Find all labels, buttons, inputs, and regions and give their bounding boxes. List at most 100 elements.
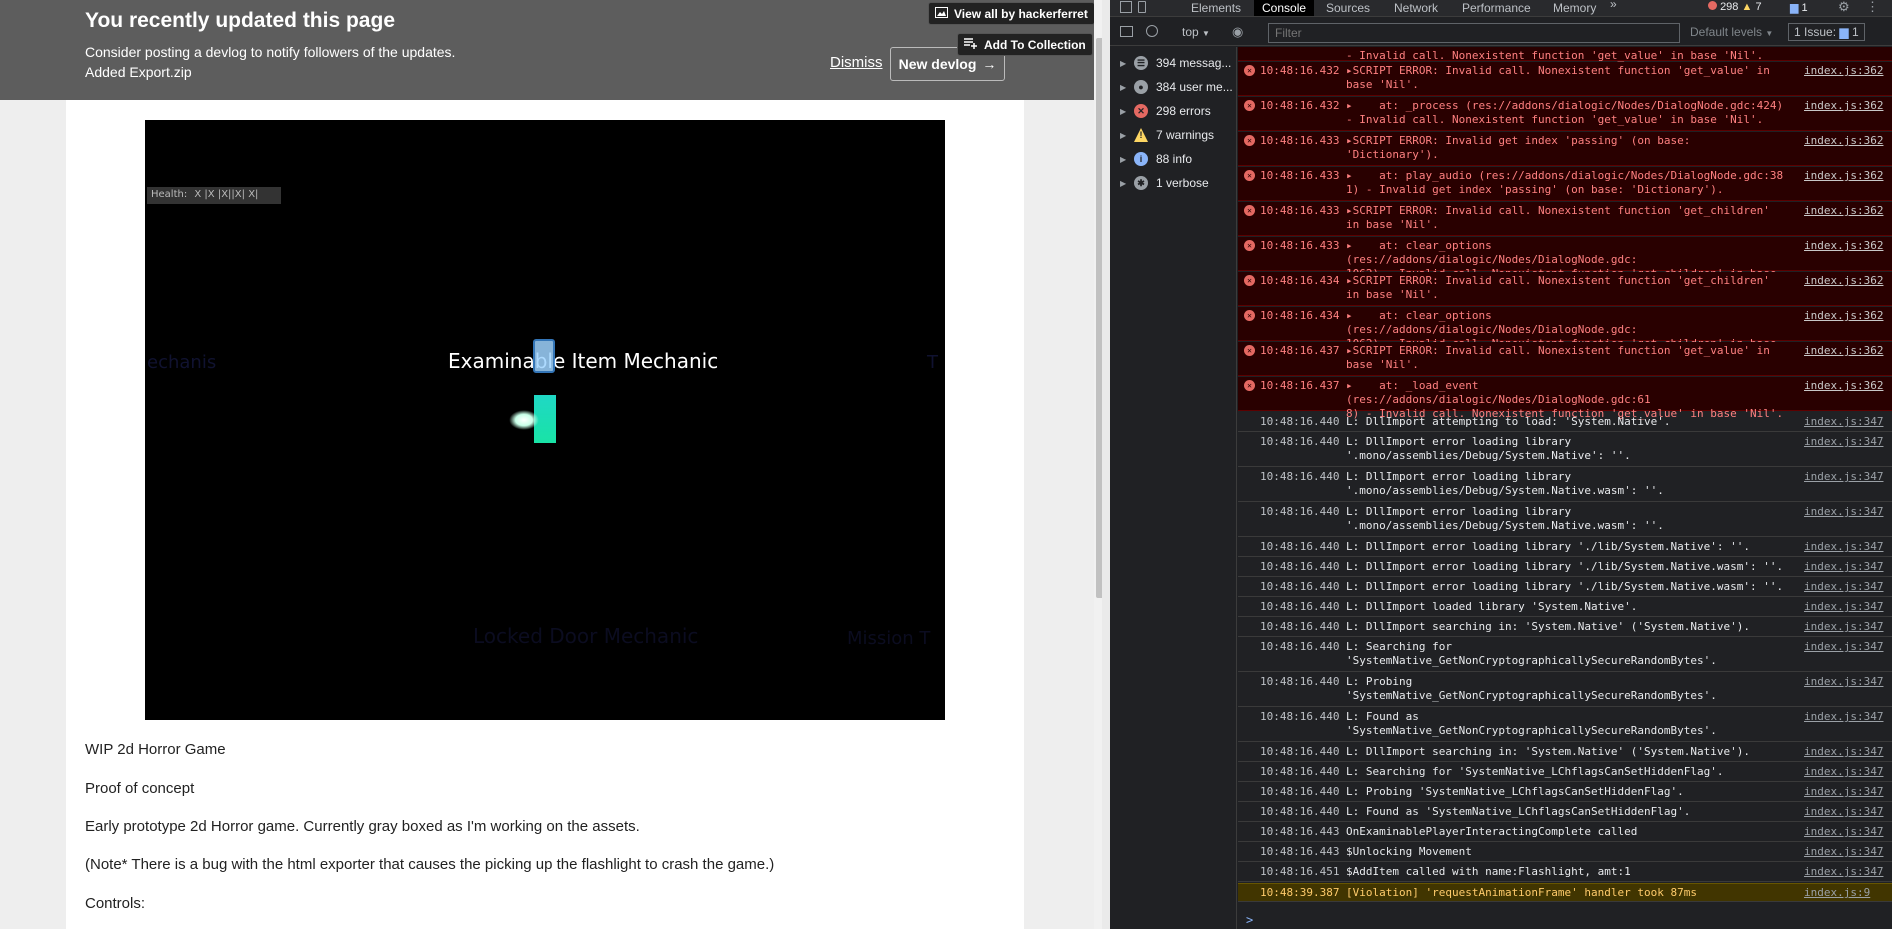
source-link[interactable]: index.js:347 <box>1804 470 1883 483</box>
console-message[interactable]: 10:48:16.440 L: Found as 'SystemNative_Ge… <box>1238 708 1892 742</box>
context-select[interactable]: top ▼ <box>1182 25 1210 39</box>
sidebar-item[interactable]: ▶ ✕ 298 errors <box>1110 100 1237 122</box>
expand-arrow-icon[interactable]: ▶ <box>1120 131 1130 140</box>
eye-icon[interactable]: ◉ <box>1232 24 1243 40</box>
source-link[interactable]: index.js:347 <box>1804 435 1883 448</box>
add-to-collection-button[interactable]: Add To Collection <box>957 33 1093 56</box>
console-message[interactable]: 10:48:39.387 [Violation] 'requestAnimatio… <box>1238 883 1892 902</box>
source-link[interactable]: index.js:362 <box>1804 99 1883 112</box>
console-message[interactable]: ✕ 10:48:16.433 ▸SCRIPT ERROR: Invalid get … <box>1238 132 1892 166</box>
console-prompt[interactable]: > <box>1246 913 1253 927</box>
console-message[interactable]: ✕ 10:48:16.432 ▸ at: _process (res://addon… <box>1238 97 1892 131</box>
tab-elements[interactable]: Elements <box>1191 1 1241 15</box>
settings-icon[interactable]: ⚙ <box>1838 0 1850 15</box>
game-canvas[interactable]: Health: X |X |X||X| X| echanis Examinabl… <box>145 120 945 720</box>
console-message[interactable]: 10:48:16.443 $Unlocking Movement index.js:… <box>1238 843 1892 862</box>
source-link[interactable]: index.js:347 <box>1804 640 1883 653</box>
sidebar-item[interactable]: ▶ i 88 info <box>1110 148 1237 170</box>
clear-console-icon[interactable] <box>1146 25 1158 37</box>
issues-button[interactable]: 1 Issue: ▆ 1 <box>1788 23 1865 41</box>
expand-arrow-icon[interactable]: ▶ <box>1120 155 1130 164</box>
tab-network[interactable]: Network <box>1394 1 1438 15</box>
console-message[interactable]: 10:48:16.440 L: DllImport searching in: '… <box>1238 618 1892 637</box>
console-message[interactable]: 10:48:16.451 $AddItem called with name:Fl… <box>1238 863 1892 882</box>
source-link[interactable]: index.js:362 <box>1804 274 1883 287</box>
console-message[interactable]: 10:48:16.440 L: Searching for 'SystemNati… <box>1238 763 1892 782</box>
source-link[interactable]: index.js:362 <box>1804 204 1883 217</box>
tab-performance[interactable]: Performance <box>1462 1 1531 15</box>
tab-console[interactable]: Console <box>1254 0 1315 16</box>
more-tabs-icon[interactable]: » <box>1610 0 1617 11</box>
console-message[interactable]: ✕ 10:48:16.434 ▸ at: clear_options (res://… <box>1238 307 1892 364</box>
source-link[interactable]: index.js:347 <box>1804 540 1883 553</box>
inspect-icon[interactable] <box>1120 1 1132 13</box>
console-message[interactable]: 10:48:16.440 L: DllImport error loading l… <box>1238 578 1892 597</box>
filter-input[interactable] <box>1268 23 1680 43</box>
source-link[interactable]: index.js:347 <box>1804 845 1883 858</box>
source-link[interactable]: index.js:347 <box>1804 710 1883 723</box>
source-link[interactable]: index.js:347 <box>1804 675 1883 688</box>
tab-memory[interactable]: Memory <box>1553 1 1596 15</box>
source-link[interactable]: index.js:362 <box>1804 134 1883 147</box>
tab-sources[interactable]: Sources <box>1326 1 1370 15</box>
console-message[interactable]: 10:48:16.440 L: Searching for 'SystemNati… <box>1238 638 1892 672</box>
error-count-badge[interactable]: 298 ▲ 7 <box>1708 1 1762 13</box>
source-link[interactable]: index.js:362 <box>1804 64 1883 77</box>
console-message[interactable]: 10:48:16.440 L: DllImport loaded library … <box>1238 598 1892 617</box>
sidebar-item[interactable]: ▶! 7 warnings <box>1110 124 1237 146</box>
sidebar-item[interactable]: ▶ ✱ 1 verbose <box>1110 172 1237 194</box>
source-link[interactable]: index.js:362 <box>1804 239 1883 252</box>
sidebar-item[interactable]: ▶ ● 384 user me... <box>1110 76 1237 98</box>
expand-arrow-icon[interactable]: ▶ <box>1120 59 1130 68</box>
source-link[interactable]: index.js:347 <box>1804 825 1883 838</box>
console-message[interactable]: 10:48:16.440 L: Found as 'SystemNative_LC… <box>1238 803 1892 822</box>
source-link[interactable]: index.js:347 <box>1804 765 1883 778</box>
source-link[interactable]: index.js:347 <box>1804 600 1883 613</box>
source-link[interactable]: index.js:347 <box>1804 620 1883 633</box>
source-link[interactable]: index.js:347 <box>1804 580 1883 593</box>
console-message[interactable]: 10:48:16.440 L: DllImport error loading l… <box>1238 468 1892 502</box>
expand-arrow-icon[interactable]: ▶ <box>1120 179 1130 188</box>
source-link[interactable]: index.js:362 <box>1804 309 1883 322</box>
console-message[interactable]: 10:48:16.440 L: DllImport searching in: '… <box>1238 743 1892 762</box>
source-link[interactable]: index.js:9 <box>1804 886 1870 899</box>
console-message[interactable]: ✕ 10:48:16.437 ▸SCRIPT ERROR: Invalid call… <box>1238 342 1892 376</box>
console-message[interactable]: 10:48:16.440 L: DllImport error loading l… <box>1238 538 1892 557</box>
source-link[interactable]: index.js:347 <box>1804 560 1883 573</box>
source-link[interactable]: index.js:362 <box>1804 169 1883 182</box>
view-all-button[interactable]: View all by hackerferret <box>928 2 1095 25</box>
sidebar-toggle-icon[interactable] <box>1120 26 1133 37</box>
console-message[interactable]: 10:48:16.443 OnExaminablePlayerInteractin… <box>1238 823 1892 842</box>
console-message[interactable]: ✕ 10:48:16.433 ▸SCRIPT ERROR: Invalid call… <box>1238 202 1892 236</box>
console-message[interactable]: 10:48:16.440 L: DllImport error loading l… <box>1238 433 1892 467</box>
console-message[interactable]: ✕ 10:48:16.433 ▸ at: play_audio (res://add… <box>1238 167 1892 201</box>
console-message[interactable]: ✕ 10:48:16.432 ▸SCRIPT ERROR: Invalid call… <box>1238 62 1892 96</box>
page-scrollbar-thumb[interactable] <box>1096 38 1102 598</box>
console-message[interactable]: 10:48:16.440 L: DllImport error loading l… <box>1238 558 1892 577</box>
source-link[interactable]: index.js:347 <box>1804 865 1883 878</box>
source-link[interactable]: index.js:362 <box>1804 379 1883 392</box>
source-link[interactable]: index.js:347 <box>1804 745 1883 758</box>
issues-badge[interactable]: ▆ 1 <box>1790 1 1808 14</box>
message-timestamp: 10:48:16.434 <box>1260 309 1340 322</box>
console-message[interactable]: 10:48:16.440 L: Probing 'SystemNative_LCh… <box>1238 783 1892 802</box>
dismiss-link[interactable]: Dismiss <box>830 54 883 71</box>
console-message[interactable]: ✕ 10:48:16.437 ▸ at: _load_event (res://ad… <box>1238 377 1892 420</box>
source-link[interactable]: index.js:347 <box>1804 785 1883 798</box>
kebab-menu-icon[interactable]: ⋮ <box>1866 0 1879 15</box>
expand-arrow-icon[interactable]: ▶ <box>1120 83 1130 92</box>
console-message[interactable]: ✕ 10:48:16.434 ▸SCRIPT ERROR: Invalid call… <box>1238 272 1892 306</box>
source-link[interactable]: index.js:347 <box>1804 805 1883 818</box>
source-link[interactable]: index.js:347 <box>1804 415 1883 428</box>
device-toolbar-icon[interactable] <box>1138 1 1146 13</box>
source-link[interactable]: index.js:362 <box>1804 344 1883 357</box>
sidebar-item[interactable]: ▶ ☰ 394 messag... <box>1110 52 1237 74</box>
console-message[interactable]: 10:48:16.440 L: DllImport error loading l… <box>1238 503 1892 537</box>
default-levels-select[interactable]: Default levels ▼ <box>1690 25 1773 39</box>
expand-arrow-icon[interactable]: ▶ <box>1120 107 1130 116</box>
console-message[interactable]: 10:48:16.440 L: DllImport attempting to l… <box>1238 413 1892 432</box>
console-message[interactable]: - Invalid call. Nonexistent function 'ge… <box>1238 47 1892 62</box>
console-message[interactable]: ✕ 10:48:16.433 ▸ at: clear_options (res://… <box>1238 237 1892 294</box>
console-message[interactable]: 10:48:16.440 L: Probing 'SystemNative_Get… <box>1238 673 1892 707</box>
source-link[interactable]: index.js:347 <box>1804 505 1883 518</box>
